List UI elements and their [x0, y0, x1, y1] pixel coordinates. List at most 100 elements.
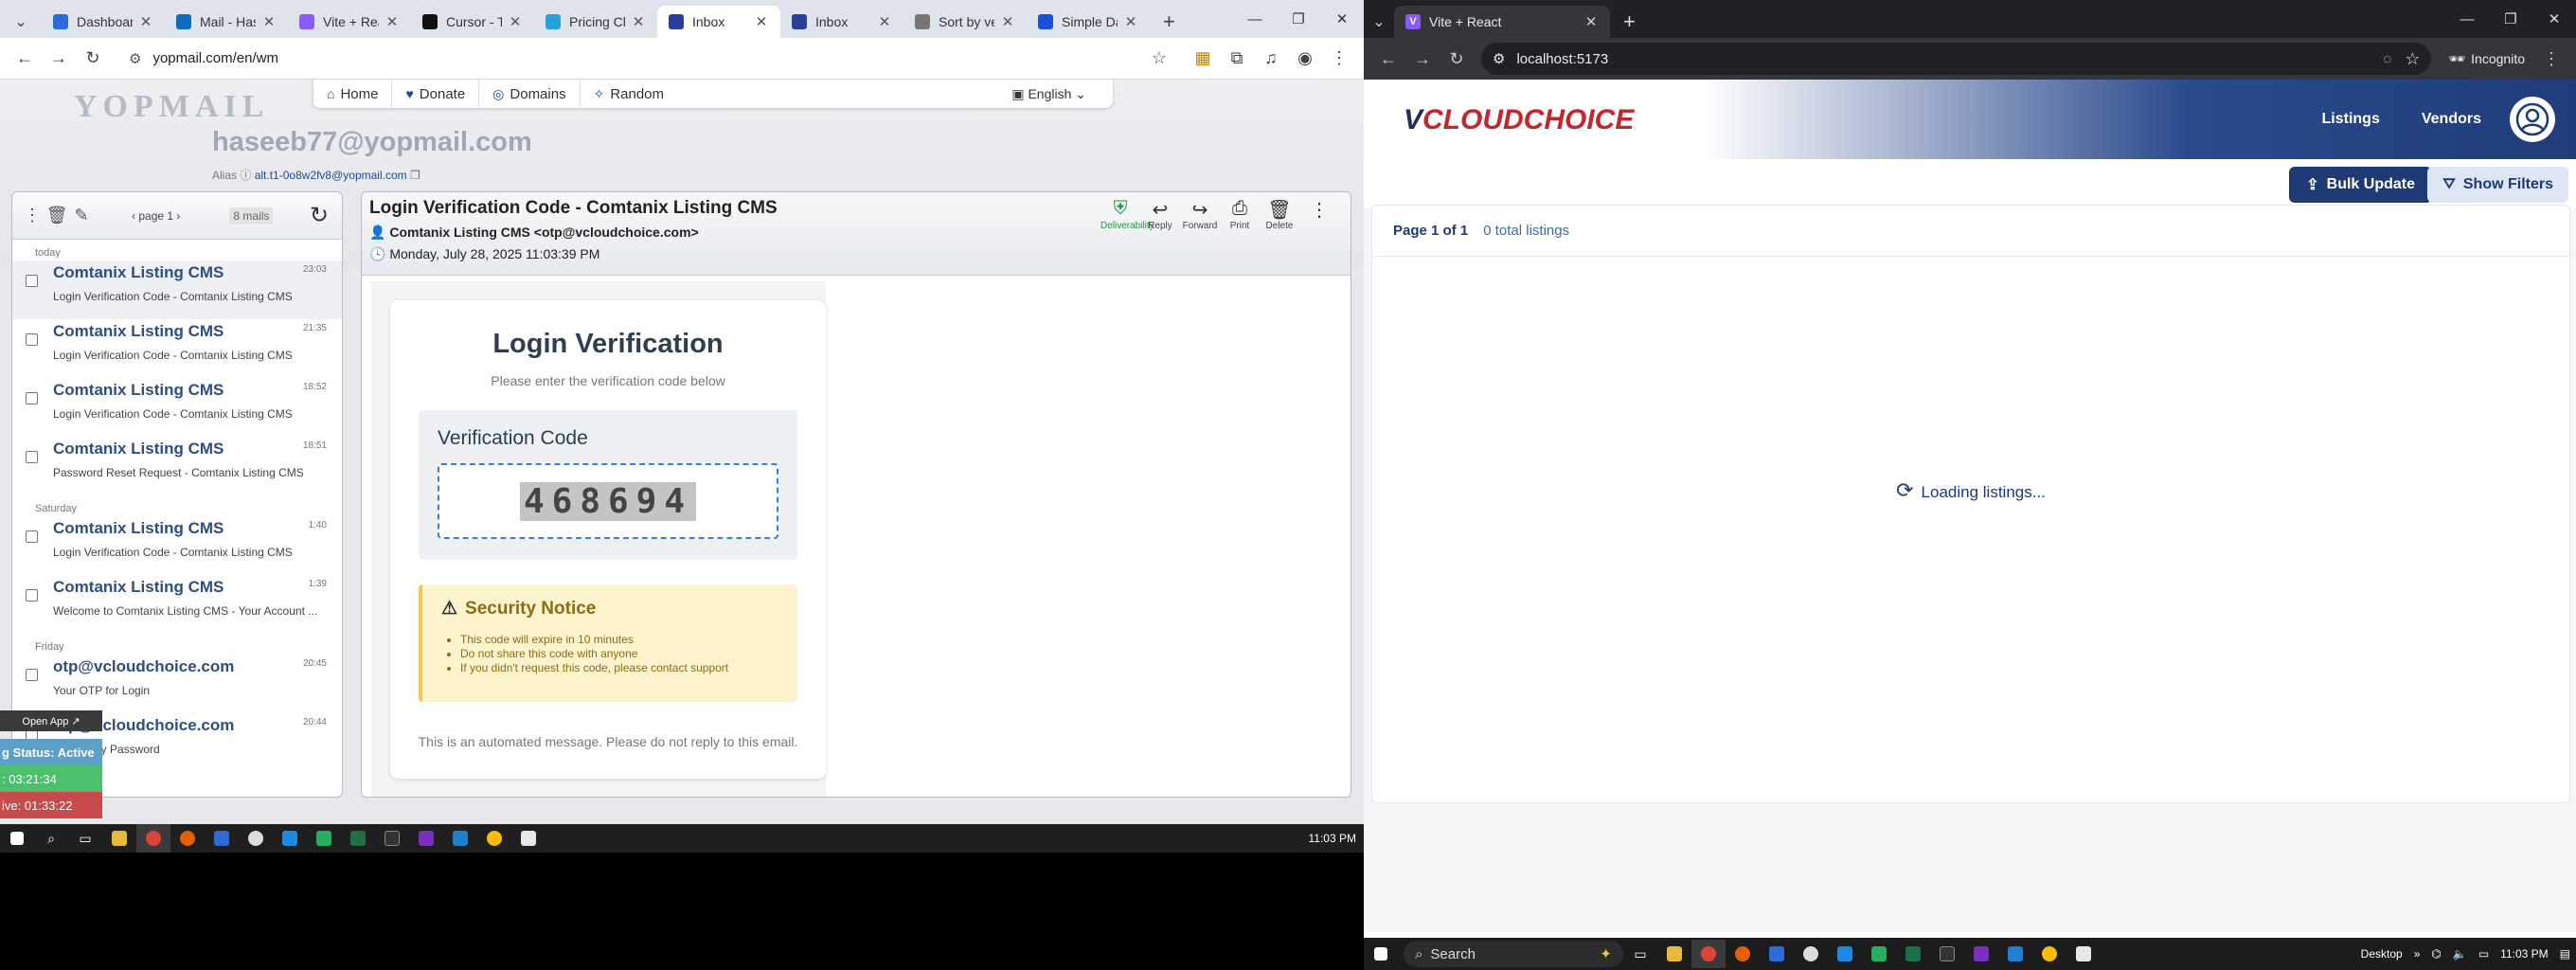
- app-icon[interactable]: [511, 824, 546, 853]
- minimize-icon[interactable]: —: [1233, 0, 1277, 38]
- tab-close-icon[interactable]: ✕: [1123, 13, 1138, 30]
- delete-button[interactable]: 🗑 Delete: [1260, 198, 1299, 231]
- new-tab-button[interactable]: +: [1150, 6, 1189, 38]
- tab-search-icon[interactable]: ⌄: [0, 6, 42, 38]
- open-app-button[interactable]: Open App ↗: [0, 710, 102, 731]
- mail-list-item[interactable]: Comtanix Listing CMS Login Verification C…: [12, 378, 342, 437]
- extensions-puzzle-icon[interactable]: ⧉: [1220, 42, 1254, 76]
- refresh-icon[interactable]: ↻: [310, 202, 329, 229]
- nav-donate[interactable]: ♥ Donate: [391, 80, 478, 108]
- address-bar[interactable]: ⚙ localhost:5173 ◌ ☆: [1481, 43, 2432, 75]
- bookmark-star-icon[interactable]: ☆: [2405, 49, 2420, 69]
- mail-checkbox[interactable]: [26, 392, 38, 404]
- tab-close-icon[interactable]: ✕: [1583, 13, 1599, 30]
- menu-icon[interactable]: ⋮: [2534, 42, 2568, 76]
- mail-checkbox[interactable]: [26, 333, 38, 346]
- forward-icon[interactable]: →: [42, 42, 76, 76]
- chrome-icon[interactable]: [477, 824, 511, 853]
- mail-checkbox[interactable]: [26, 589, 38, 602]
- mail-list-item[interactable]: Comtanix Listing CMS Login Verification C…: [12, 260, 342, 319]
- browser-tab[interactable]: Pricing Cli ✕: [534, 6, 657, 38]
- mail-checkbox[interactable]: [26, 530, 38, 543]
- windows-start-icon[interactable]: [0, 824, 34, 853]
- desktop-label[interactable]: Desktop: [2361, 947, 2403, 961]
- nav-home[interactable]: ⌂ Home: [313, 80, 391, 108]
- onenote-icon[interactable]: [1964, 940, 1998, 968]
- tab-close-icon[interactable]: ✕: [1000, 13, 1015, 30]
- site-info-icon[interactable]: ⚙: [129, 50, 141, 67]
- nav-domains[interactable]: ◎ Domains: [478, 80, 579, 108]
- reply-button[interactable]: ↩ Reply: [1140, 198, 1180, 231]
- yopmail-logo[interactable]: YOPMAIL: [74, 89, 269, 125]
- profile-icon[interactable]: ◉: [1288, 42, 1322, 76]
- app-icon[interactable]: [1760, 940, 1794, 968]
- chrome-icon[interactable]: [136, 824, 170, 853]
- brand-logo[interactable]: VCLOUDCHOICE: [1404, 104, 1634, 136]
- browser-tab[interactable]: Dashboard ✕: [42, 6, 165, 38]
- tab-close-icon[interactable]: ✕: [508, 13, 523, 30]
- print-button[interactable]: ⎙ Print: [1220, 198, 1260, 231]
- address-bar[interactable]: ⚙ yopmail.com/en/wm ☆: [117, 42, 1178, 75]
- tab-close-icon[interactable]: ✕: [138, 13, 153, 30]
- tab-close-icon[interactable]: ✕: [754, 13, 769, 30]
- tab-search-icon[interactable]: ⌄: [1364, 6, 1394, 38]
- eye-off-icon[interactable]: ◌: [2383, 51, 2391, 67]
- browser-tab[interactable]: Inbox ✕: [657, 6, 780, 38]
- battery-icon[interactable]: ▭: [2478, 947, 2489, 961]
- excel-icon[interactable]: [1896, 940, 1930, 968]
- verification-code[interactable]: 468694: [438, 463, 778, 539]
- back-icon[interactable]: ←: [8, 42, 42, 76]
- reload-icon[interactable]: ↻: [1440, 42, 1474, 76]
- volume-icon[interactable]: 🔈: [2453, 947, 2467, 961]
- app-icon[interactable]: [273, 824, 307, 853]
- reload-icon[interactable]: ↻: [76, 42, 110, 76]
- onenote-icon[interactable]: [409, 824, 443, 853]
- chevron-up-icon[interactable]: »: [2414, 947, 2421, 961]
- mail-list-item[interactable]: Comtanix Listing CMS Welcome to Comtanix …: [12, 575, 342, 634]
- more-options-icon[interactable]: ⋮: [20, 206, 45, 225]
- mail-list-item[interactable]: Comtanix Listing CMS Login Verification C…: [12, 516, 342, 575]
- app-icon[interactable]: [1862, 940, 1896, 968]
- tab-close-icon[interactable]: ✕: [385, 13, 400, 30]
- browser-tab[interactable]: Cursor - The AI ✕: [411, 6, 534, 38]
- copy-icon[interactable]: ❐: [410, 169, 420, 182]
- browser-tab[interactable]: Inbox ✕: [780, 6, 903, 38]
- mail-more-button[interactable]: ⋮: [1299, 198, 1339, 231]
- app-icon[interactable]: [1794, 940, 1828, 968]
- file-explorer-icon[interactable]: [102, 824, 136, 853]
- app-icon[interactable]: [239, 824, 273, 853]
- tab-close-icon[interactable]: ✕: [631, 13, 646, 30]
- minimize-icon[interactable]: —: [2445, 0, 2489, 38]
- mail-list-item[interactable]: Comtanix Listing CMS Login Verification C…: [12, 319, 342, 378]
- site-info-icon[interactable]: ⚙: [1493, 50, 1505, 67]
- app-icon[interactable]: [1828, 940, 1862, 968]
- show-filters-button[interactable]: ⛛ Show Filters: [2427, 167, 2568, 203]
- back-icon[interactable]: ←: [1371, 42, 1405, 76]
- mail-checkbox[interactable]: [26, 451, 38, 463]
- file-explorer-icon[interactable]: [1657, 940, 1691, 968]
- info-icon[interactable]: ⓘ: [240, 169, 254, 182]
- nav-random[interactable]: ✧ Random: [579, 80, 677, 108]
- browser-tab[interactable]: Sort by ven ✕: [903, 6, 1027, 38]
- menu-icon[interactable]: ⋮: [1322, 42, 1356, 76]
- mail-checkbox[interactable]: [26, 669, 38, 681]
- restore-icon[interactable]: ❐: [2489, 0, 2532, 38]
- bulk-update-button[interactable]: ⇪ Bulk Update: [2289, 167, 2432, 203]
- mail-list-item[interactable]: Comtanix Listing CMS Password Reset Reque…: [12, 437, 342, 495]
- alias-address[interactable]: alt.t1-0o8w2fv8@yopmail.com: [255, 169, 407, 182]
- chrome-icon[interactable]: [2032, 940, 2066, 968]
- bookmark-star-icon[interactable]: ☆: [1152, 48, 1167, 68]
- browser-tab[interactable]: Mail - Haseeb ✕: [165, 6, 288, 38]
- extension-icon[interactable]: ▦: [1186, 42, 1220, 76]
- vscode-icon[interactable]: [1998, 940, 2032, 968]
- app-icon[interactable]: [2066, 940, 2101, 968]
- trash-icon[interactable]: 🗑: [45, 206, 69, 225]
- close-icon[interactable]: ✕: [1320, 0, 1364, 38]
- deliverability-button[interactable]: ⛨ Deliverability: [1100, 198, 1154, 231]
- mail-checkbox[interactable]: [26, 275, 38, 287]
- windows-start-icon[interactable]: [1364, 940, 1398, 968]
- restore-icon[interactable]: ❐: [1277, 0, 1320, 38]
- task-view-icon[interactable]: ▭: [68, 824, 102, 853]
- tab-close-icon[interactable]: ✕: [877, 13, 892, 30]
- pencil-icon[interactable]: ✎: [69, 206, 94, 225]
